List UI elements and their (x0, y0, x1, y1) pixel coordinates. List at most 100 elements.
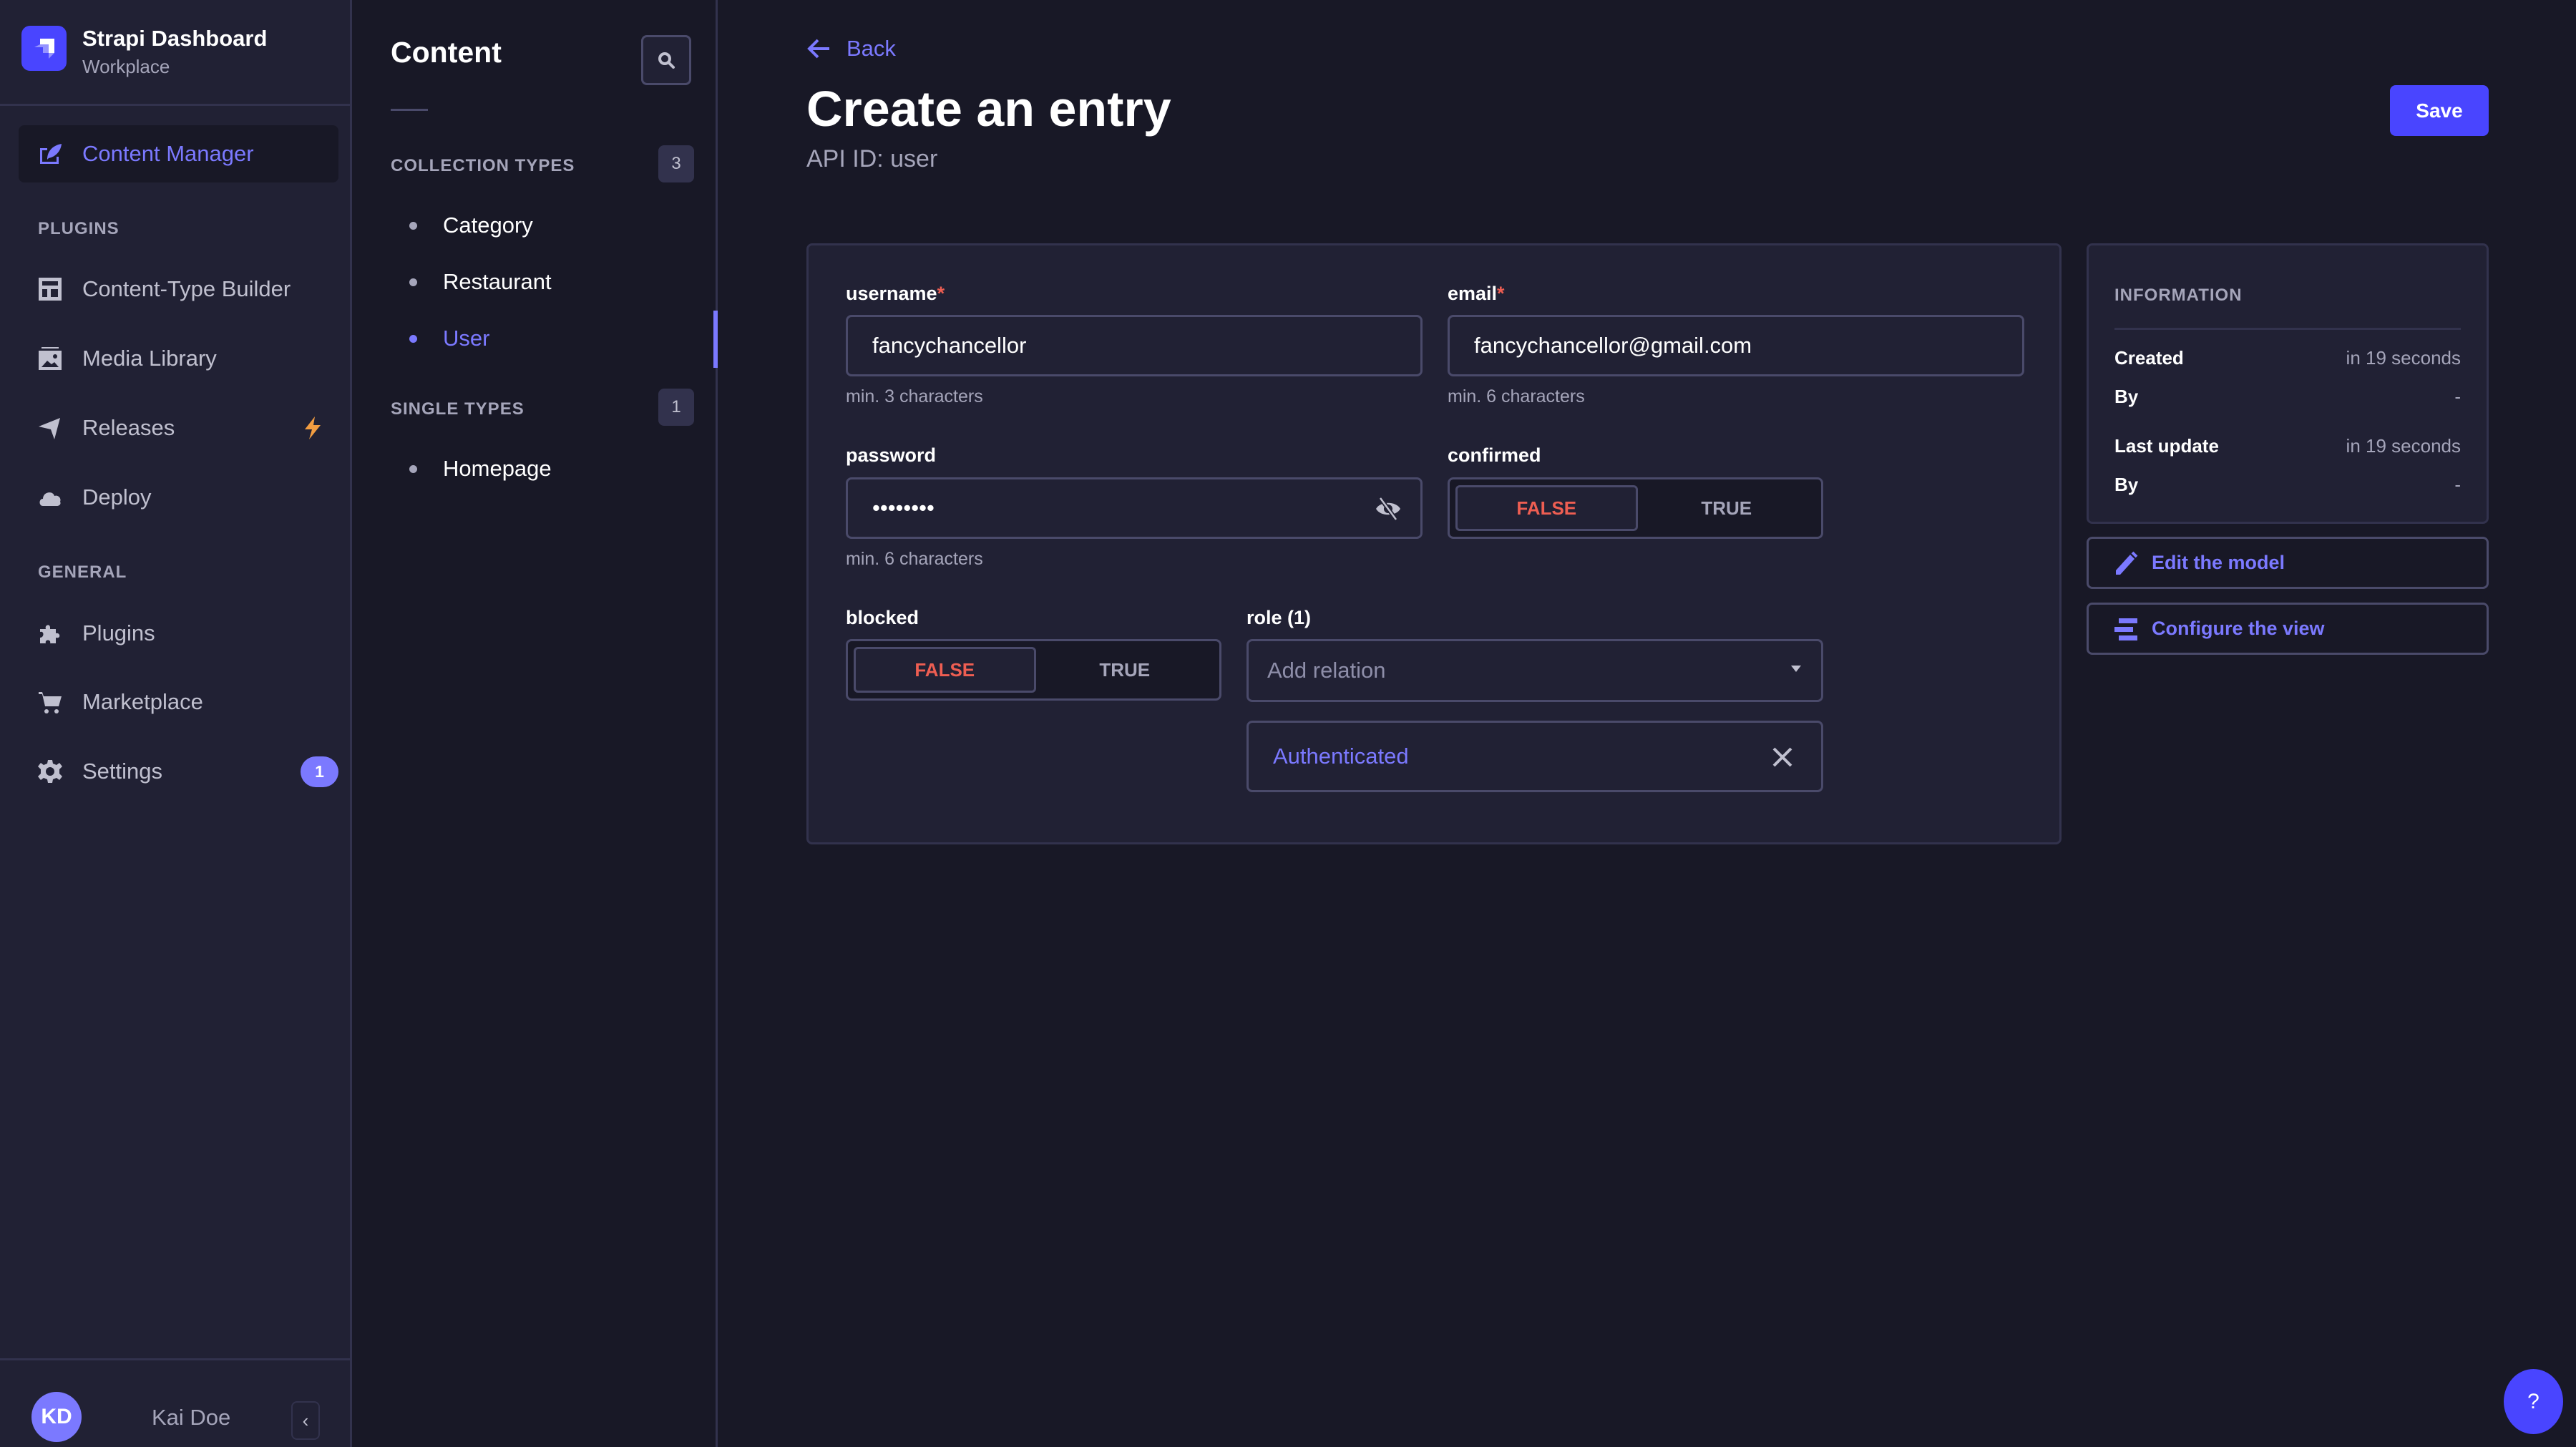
arrow-left-icon (807, 39, 829, 59)
username-input[interactable]: fancychancellor (846, 315, 1423, 376)
info-key: By (2114, 386, 2139, 407)
sidebar-item-content-type-builder[interactable]: Content-Type Builder (19, 260, 338, 318)
blocked-true-option[interactable]: TRUE (1036, 647, 1214, 693)
back-link[interactable]: Back (806, 36, 896, 62)
nav-item-label: User (443, 326, 490, 351)
info-value: in 19 seconds (2346, 435, 2461, 457)
section-title-plugins: PLUGINS (38, 219, 119, 238)
sidebar-item-label: Plugins (82, 620, 155, 645)
info-key: By (2114, 474, 2139, 495)
sidebar-item-label: Deploy (82, 484, 152, 510)
save-button[interactable]: Save (2390, 85, 2489, 136)
brand-header: Strapi Dashboard Workplace (0, 0, 350, 106)
sidebar-item-label: Marketplace (82, 689, 203, 714)
sidebar-item-label: Content-Type Builder (82, 276, 291, 301)
info-key: Created (2114, 347, 2184, 369)
nav-item-user[interactable]: User (409, 317, 489, 360)
sidebar-item-deploy[interactable]: Deploy (19, 469, 338, 526)
single-types-count: 1 (658, 389, 694, 426)
content-nav-title: Content (391, 36, 502, 69)
sidebar-item-label: Releases (82, 415, 175, 440)
collapse-sidebar-button[interactable]: ‹ (291, 1401, 320, 1440)
email-hint: min. 6 characters (1448, 386, 1585, 406)
settings-badge: 1 (301, 756, 338, 787)
confirmed-true-option[interactable]: TRUE (1638, 485, 1816, 531)
confirmed-false-option[interactable]: FALSE (1455, 485, 1638, 531)
relation-link[interactable]: Authenticated (1273, 744, 1409, 769)
info-key: Last update (2114, 435, 2219, 457)
sidebar-item-releases[interactable]: Releases (19, 399, 338, 457)
back-label: Back (847, 36, 896, 61)
section-title-single-types: SINGLE TYPES (391, 399, 525, 419)
add-relation-select[interactable]: Add relation (1246, 639, 1823, 702)
nav-item-label: Restaurant (443, 269, 552, 294)
bullet (409, 221, 417, 230)
caret-down-icon (1791, 666, 1801, 672)
search-button[interactable] (641, 35, 691, 85)
eye-off-icon[interactable] (1375, 495, 1402, 522)
pencil-icon (2116, 551, 2138, 575)
info-value: - (2454, 386, 2461, 407)
username-label: username* (846, 283, 945, 304)
email-label: email* (1448, 283, 1505, 304)
password-input[interactable]: •••••••• (846, 477, 1423, 539)
relation-item: Authenticated (1246, 721, 1823, 792)
select-placeholder: Add relation (1267, 658, 1386, 683)
avatar[interactable]: KD (31, 1392, 82, 1442)
collection-types-count: 3 (658, 145, 694, 182)
info-value: in 19 seconds (2346, 347, 2461, 369)
confirmed-label: confirmed (1448, 444, 1541, 466)
brand-title: Strapi Dashboard (82, 26, 268, 51)
nav-item-category[interactable]: Category (409, 204, 533, 247)
sidebar-item-marketplace[interactable]: Marketplace (19, 673, 338, 731)
blocked-toggle[interactable]: FALSE TRUE (846, 639, 1221, 701)
information-panel: INFORMATION Created in 19 seconds By - L… (2087, 243, 2489, 524)
entry-form: username* fancychancellor min. 3 charact… (806, 243, 2062, 844)
content-navigation: Content COLLECTION TYPES 3 Category Rest… (352, 0, 718, 1447)
sidebar-item-label: Settings (82, 759, 163, 784)
sidebar-footer: KD Kai Doe ‹ (0, 1358, 350, 1447)
info-value: - (2454, 474, 2461, 495)
bullet (409, 278, 417, 286)
nav-item-restaurant[interactable]: Restaurant (409, 260, 552, 303)
list-settings-icon (2114, 618, 2137, 640)
required-marker: * (937, 283, 945, 304)
configure-view-label: Configure the view (2152, 618, 2325, 639)
page-title: Create an entry (806, 81, 1171, 137)
edit-model-label: Edit the model (2152, 552, 2285, 573)
strapi-logo-icon (21, 26, 67, 71)
chevron-left-icon: ‹ (302, 1409, 309, 1431)
sidebar-item-content-manager[interactable]: Content Manager (19, 125, 338, 182)
configure-view-button[interactable]: Configure the view (2087, 603, 2489, 655)
username-hint: min. 3 characters (846, 386, 983, 406)
edit-model-button[interactable]: Edit the model (2087, 537, 2489, 589)
help-button[interactable]: ? (2504, 1369, 2563, 1434)
blocked-false-option[interactable]: FALSE (854, 647, 1036, 693)
close-icon[interactable] (1770, 744, 1795, 770)
lightning-icon (305, 416, 321, 439)
sidebar-item-settings[interactable]: Settings 1 (19, 743, 338, 800)
layout-icon (37, 276, 63, 302)
nav-item-label: Category (443, 213, 533, 238)
sidebar-item-media-library[interactable]: Media Library (19, 330, 338, 387)
sidebar-item-plugins[interactable]: Plugins (19, 605, 338, 662)
sidebar-item-label: Media Library (82, 346, 217, 371)
bullet (409, 334, 417, 343)
password-mask: •••••••• (872, 495, 935, 520)
app-root: Strapi Dashboard Workplace Content Manag… (0, 0, 2576, 1447)
blocked-label: blocked (846, 607, 919, 628)
paper-plane-icon (37, 415, 63, 441)
nav-item-homepage[interactable]: Homepage (409, 447, 552, 490)
confirmed-toggle[interactable]: FALSE TRUE (1448, 477, 1823, 539)
feather-icon (37, 141, 63, 167)
nav-item-label: Homepage (443, 456, 552, 481)
divider (391, 109, 428, 111)
search-icon (658, 52, 675, 69)
bullet (409, 464, 417, 473)
password-hint: min. 6 characters (846, 549, 983, 569)
image-icon (37, 346, 63, 371)
sidebar-item-label: Content Manager (82, 141, 254, 166)
cart-icon (37, 689, 63, 715)
email-input[interactable]: fancychancellor@gmail.com (1448, 315, 2024, 376)
user-name[interactable]: Kai Doe (152, 1405, 230, 1431)
